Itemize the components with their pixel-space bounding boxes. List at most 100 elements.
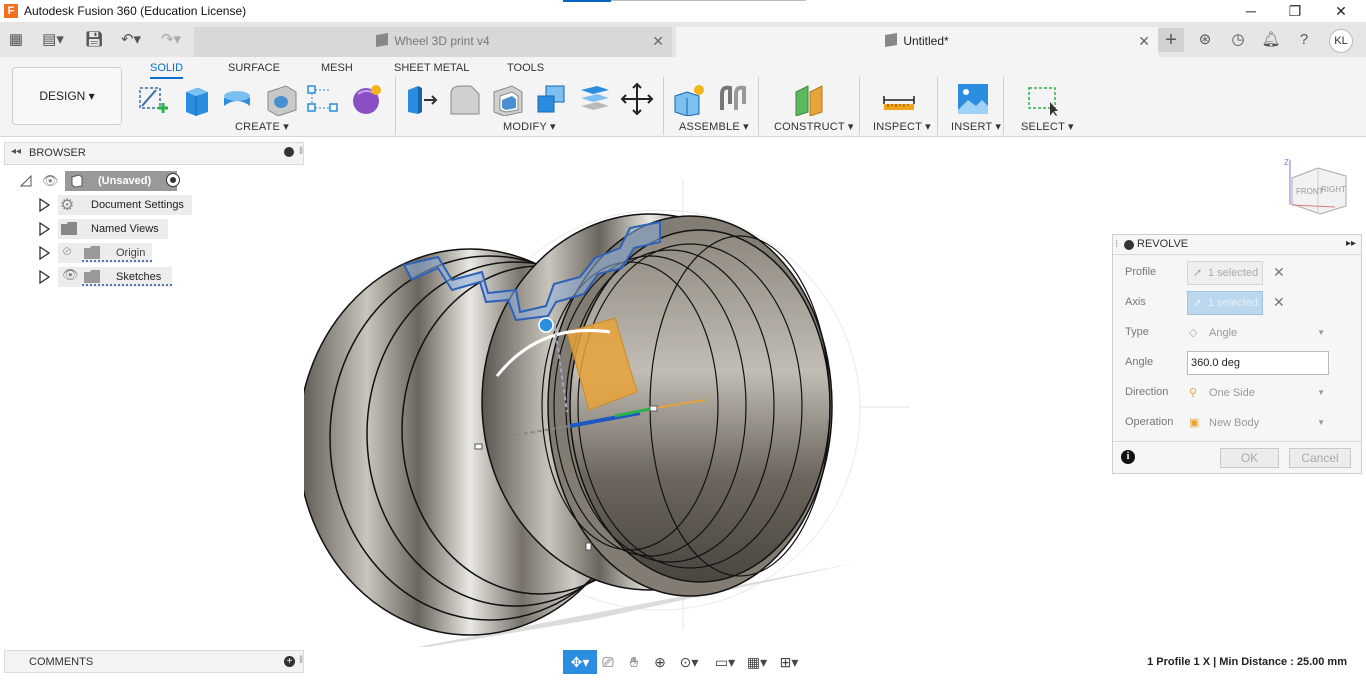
ok-button[interactable]: OK bbox=[1220, 448, 1279, 468]
tree-item-named-views[interactable]: Named Views bbox=[36, 219, 296, 239]
viewports-icon[interactable]: ⊞▾ bbox=[773, 650, 805, 674]
viewcube-right-label[interactable]: RIGHT bbox=[1321, 185, 1346, 194]
new-tab-button[interactable]: + bbox=[1158, 28, 1184, 52]
create-form-icon[interactable] bbox=[348, 82, 382, 116]
pan-hand-icon[interactable]: ✋︎ bbox=[621, 650, 647, 674]
create-sketch-icon[interactable] bbox=[136, 82, 170, 116]
extrude-icon[interactable] bbox=[178, 82, 212, 116]
visibility-eye-icon[interactable]: 👁︎ bbox=[62, 267, 79, 283]
display-settings-icon[interactable]: ▭▾ bbox=[709, 650, 741, 674]
tab-mesh[interactable]: MESH bbox=[321, 59, 353, 79]
fillet-icon[interactable] bbox=[447, 82, 481, 116]
combine-icon[interactable] bbox=[534, 82, 568, 116]
info-icon[interactable]: i bbox=[1121, 450, 1135, 464]
comments-panel[interactable]: COMMENTS + ‖ bbox=[4, 650, 304, 673]
close-tab-icon[interactable]: ✕ bbox=[1138, 27, 1150, 55]
tree-item-sketches[interactable]: 👁︎ Sketches bbox=[36, 267, 296, 287]
window-select-icon[interactable] bbox=[1026, 82, 1060, 116]
hole-icon[interactable] bbox=[264, 82, 298, 116]
browser-panel-header[interactable]: ◂◂ BROWSER ‖ bbox=[4, 142, 304, 165]
offset-plane-icon[interactable] bbox=[792, 82, 826, 116]
inspect-group-label[interactable]: INSPECT ▾ bbox=[873, 120, 931, 133]
job-status-icon[interactable]: ◷ bbox=[1225, 28, 1251, 52]
new-component-icon[interactable] bbox=[673, 82, 707, 116]
workspace-switcher-button[interactable]: DESIGN ▾ bbox=[12, 67, 122, 125]
select-group-label[interactable]: SELECT ▾ bbox=[1021, 120, 1074, 133]
visibility-eye-icon[interactable]: 👁︎ bbox=[42, 173, 59, 189]
minimize-button[interactable]: ─ bbox=[1228, 0, 1274, 23]
notifications-bell-icon[interactable]: 🔔︎ bbox=[1258, 28, 1284, 52]
help-icon[interactable]: ? bbox=[1291, 28, 1317, 52]
joint-icon[interactable] bbox=[716, 82, 750, 116]
tab-surface[interactable]: SURFACE bbox=[228, 59, 280, 79]
expand-triangle-icon[interactable] bbox=[38, 270, 50, 284]
data-panel-grid-icon[interactable]: ▦ bbox=[6, 30, 26, 50]
hidden-eye-icon[interactable]: ⊘ bbox=[62, 244, 72, 258]
grid-settings-icon[interactable]: ▦▾ bbox=[741, 650, 773, 674]
orbit-icon[interactable]: ✥▾ bbox=[563, 650, 597, 674]
fit-zoom-icon[interactable]: ⊙▾ bbox=[673, 650, 705, 674]
dotted-underline bbox=[82, 283, 172, 286]
viewcube[interactable]: FRONT RIGHT Z bbox=[1284, 158, 1347, 215]
measure-icon[interactable] bbox=[882, 82, 916, 116]
collapse-dialog-icon[interactable] bbox=[1124, 240, 1134, 250]
close-tab-icon[interactable]: ✕ bbox=[652, 27, 664, 55]
file-menu-icon[interactable]: ▤▾ bbox=[38, 30, 68, 50]
expand-dialog-icon[interactable]: ▸▸ bbox=[1346, 238, 1356, 249]
add-comment-icon[interactable]: + bbox=[284, 656, 295, 667]
press-pull-icon[interactable] bbox=[404, 82, 438, 116]
move-copy-icon[interactable] bbox=[620, 82, 654, 116]
panel-pin-icon[interactable]: ‖ bbox=[299, 146, 303, 157]
extensions-icon[interactable]: ⊛ bbox=[1192, 28, 1218, 52]
undo-icon[interactable]: ↶▾ bbox=[116, 30, 146, 50]
assemble-group-label[interactable]: ASSEMBLE ▾ bbox=[679, 120, 749, 133]
axis-selector[interactable]: ➚ 1 selected bbox=[1187, 291, 1263, 315]
tab-wheel-3d-print[interactable]: Wheel 3D print v4 ✕ bbox=[194, 27, 672, 57]
type-dropdown[interactable]: ◇ Angle ▼ bbox=[1187, 323, 1327, 343]
tab-solid[interactable]: SOLID bbox=[150, 59, 184, 79]
panel-pin-icon[interactable]: ‖ bbox=[299, 655, 303, 666]
redo-icon[interactable]: ↷▾ bbox=[156, 30, 186, 50]
modify-group-label[interactable]: MODIFY ▾ bbox=[503, 120, 556, 133]
angle-manipulator-handle[interactable] bbox=[538, 317, 554, 333]
expand-triangle-icon[interactable] bbox=[38, 198, 50, 212]
angle-input[interactable]: 360.0 deg bbox=[1187, 351, 1329, 375]
profile-selector[interactable]: ➚ 1 selected bbox=[1187, 261, 1263, 285]
wheel-body-right[interactable] bbox=[481, 213, 833, 597]
operation-dropdown[interactable]: ▣ New Body ▼ bbox=[1187, 413, 1327, 433]
cancel-button[interactable]: Cancel bbox=[1289, 448, 1351, 468]
tab-sheet-metal[interactable]: SHEET METAL bbox=[394, 59, 469, 79]
maximize-button[interactable]: ❐ bbox=[1272, 0, 1318, 23]
direction-dropdown[interactable]: ⚲ One Side ▼ bbox=[1187, 383, 1327, 403]
expand-triangle-icon[interactable] bbox=[20, 175, 32, 187]
insert-image-icon[interactable] bbox=[956, 82, 990, 116]
shell-icon[interactable] bbox=[490, 82, 524, 116]
insert-group-label[interactable]: INSERT ▾ bbox=[951, 120, 1001, 133]
offset-face-icon[interactable] bbox=[577, 82, 611, 116]
tab-tools[interactable]: TOOLS bbox=[507, 59, 544, 79]
tree-item-document-settings[interactable]: ⚙ Document Settings bbox=[36, 195, 296, 215]
user-avatar[interactable]: KL bbox=[1329, 29, 1353, 53]
tab-untitled[interactable]: Untitled* ✕ bbox=[676, 27, 1158, 57]
expand-triangle-icon[interactable] bbox=[38, 246, 50, 260]
clear-axis-icon[interactable]: ✕ bbox=[1273, 294, 1285, 311]
clear-profile-icon[interactable]: ✕ bbox=[1273, 264, 1285, 281]
viewcube-front-label[interactable]: FRONT bbox=[1296, 187, 1324, 196]
dialog-grip[interactable]: ⁝ bbox=[1115, 239, 1118, 250]
zoom-icon[interactable]: ⊕ bbox=[647, 650, 673, 674]
tree-label: Origin bbox=[116, 247, 146, 259]
tree-root-unsaved[interactable]: 👁︎ (Unsaved) bbox=[18, 171, 298, 191]
save-icon[interactable]: 💾︎ bbox=[84, 30, 104, 50]
tree-item-origin[interactable]: ⊘ Origin bbox=[36, 243, 296, 263]
create-group-label[interactable]: CREATE ▾ bbox=[235, 120, 289, 133]
construct-group-label[interactable]: CONSTRUCT ▾ bbox=[774, 120, 854, 133]
look-at-icon[interactable]: ⎚ bbox=[595, 650, 621, 674]
close-window-button[interactable]: ✕ bbox=[1318, 0, 1364, 23]
revolve-dialog-header[interactable]: ⁝ REVOLVE ▸▸ bbox=[1113, 235, 1361, 255]
pattern-icon[interactable] bbox=[306, 82, 340, 116]
collapse-panel-icon[interactable]: ◂◂ bbox=[11, 146, 21, 157]
expand-triangle-icon[interactable] bbox=[38, 222, 50, 236]
browser-minimize-icon[interactable] bbox=[284, 147, 294, 157]
revolve-icon[interactable] bbox=[220, 82, 254, 116]
tree-label: Named Views bbox=[91, 223, 159, 235]
